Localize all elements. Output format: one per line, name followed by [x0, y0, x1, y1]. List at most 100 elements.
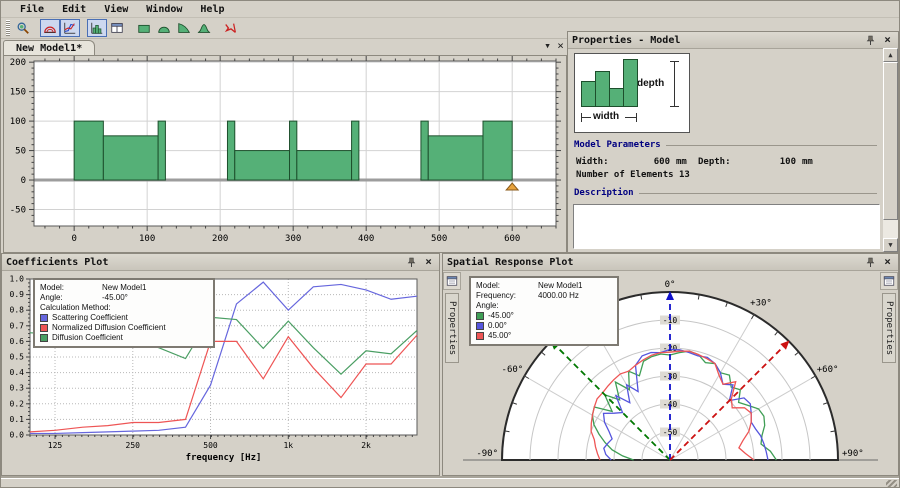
close-icon[interactable]: ×: [881, 34, 894, 46]
menu-item-file[interactable]: File: [11, 3, 53, 16]
toolbar-grip[interactable]: [6, 20, 10, 36]
thumbnail-bar: [581, 81, 596, 107]
svg-text:-60°: -60°: [502, 365, 524, 375]
coefficients-titlebar: Coefficients Plot ×: [2, 254, 439, 271]
zoom-tool-button[interactable]: [13, 19, 33, 37]
menu-item-edit[interactable]: Edit: [53, 3, 95, 16]
scattering-swatch: [40, 314, 48, 322]
scrollbar-thumb[interactable]: [883, 62, 898, 220]
svg-text:0.6: 0.6: [10, 337, 25, 346]
spatial-plot-toggle-button[interactable]: [40, 19, 60, 37]
legend-angle-value: -45.00°: [102, 293, 128, 303]
legend-model-value: New Model1: [102, 283, 146, 293]
pin-icon[interactable]: [864, 34, 877, 46]
thumbnail-bar: [609, 88, 624, 107]
collapsed-properties-tab[interactable]: Properties: [445, 293, 459, 363]
menu-item-help[interactable]: Help: [191, 3, 233, 16]
properties-title: Properties - Model: [572, 35, 680, 46]
model-editor-canvas[interactable]: -500501001502000100200300400500600: [3, 55, 567, 253]
svg-text:0.2: 0.2: [10, 399, 25, 408]
properties-panel: Properties - Model × depth width Model P…: [567, 31, 899, 253]
close-icon[interactable]: ×: [422, 256, 435, 268]
collapsed-properties-tab[interactable]: Properties: [882, 293, 896, 363]
width-param-value: 600: [628, 157, 676, 167]
model-thumbnail: depth width: [574, 53, 690, 133]
element-rectangle-button[interactable]: [134, 19, 154, 37]
tab-new-model1[interactable]: New Model1*: [3, 40, 95, 55]
depth-param-unit: mm: [802, 157, 824, 167]
legend-model-value: New Model1: [538, 281, 582, 291]
svg-text:0.5: 0.5: [10, 353, 25, 362]
angle-0-swatch: [476, 322, 484, 330]
description-section-header: Description: [574, 188, 877, 198]
svg-text:1k: 1k: [283, 441, 293, 450]
thumbnail-bar: [595, 71, 610, 107]
depth-param-label: Depth:: [698, 157, 750, 167]
delete-element-button[interactable]: [221, 19, 241, 37]
width-param-label: Width:: [576, 157, 628, 167]
depth-dimension-line: [674, 61, 675, 107]
properties-body: depth width Model Parameters Width: 600 …: [568, 48, 883, 252]
coefficients-plot-toggle-button[interactable]: [60, 19, 80, 37]
menu-item-window[interactable]: Window: [137, 3, 191, 16]
left-properties-strip: Properties: [443, 270, 461, 475]
properties-form-icon[interactable]: [880, 272, 898, 290]
element-bell-button[interactable]: [194, 19, 214, 37]
svg-text:200: 200: [212, 234, 228, 244]
properties-titlebar: Properties - Model ×: [568, 32, 898, 49]
scroll-up-icon[interactable]: ▲: [883, 48, 898, 62]
svg-text:0: 0: [21, 176, 26, 186]
svg-text:1.0: 1.0: [10, 275, 25, 284]
window-layout-button[interactable]: [107, 19, 127, 37]
svg-text:100: 100: [139, 234, 155, 244]
model-parameters-row: Width: 600 mm Depth: 100 mm: [576, 157, 875, 167]
svg-text:100: 100: [10, 117, 26, 127]
pin-icon[interactable]: [864, 256, 877, 268]
element-semicircle-button[interactable]: [154, 19, 174, 37]
normalized-diffusion-swatch: [40, 324, 48, 332]
legend-frequency-value: 4000.00 Hz: [538, 291, 579, 301]
svg-text:500: 500: [431, 234, 447, 244]
tab-list-dropdown-icon[interactable]: ▾: [541, 40, 554, 52]
close-document-icon[interactable]: ×: [554, 40, 567, 52]
properties-scrollbar[interactable]: ▲ ▼: [883, 48, 898, 252]
width-dimension-line: [581, 117, 591, 118]
svg-text:0.1: 0.1: [10, 415, 25, 424]
status-bar: [1, 478, 899, 488]
svg-text:400: 400: [358, 234, 374, 244]
application-window: FileEditViewWindowHelp New Model1* ▾ × -…: [0, 0, 900, 488]
depth-label: depth: [637, 78, 664, 89]
svg-text:+60°: +60°: [817, 365, 839, 375]
spatial-legend: Model:New Model1 Frequency:4000.00 Hz An…: [469, 276, 619, 346]
svg-text:0.0: 0.0: [10, 431, 25, 440]
svg-text:-90°: -90°: [476, 449, 498, 459]
description-input[interactable]: [573, 204, 880, 249]
angle-minus45-swatch: [476, 312, 484, 320]
spatial-response-panel: Spatial Response Plot × Properties -10-2…: [442, 253, 899, 476]
document-tab-bar: New Model1* ▾ ×: [3, 38, 567, 55]
properties-form-icon[interactable]: [443, 272, 461, 290]
svg-text:200: 200: [10, 58, 26, 68]
close-icon[interactable]: ×: [881, 256, 894, 268]
model-plot-toggle-button[interactable]: [87, 19, 107, 37]
thumbnail-bar: [623, 59, 638, 107]
element-triangle-button[interactable]: [174, 19, 194, 37]
model-profile-chart[interactable]: -500501001502000100200300400500600: [4, 56, 566, 252]
elements-count-value: 13: [679, 170, 690, 180]
svg-text:500: 500: [203, 441, 218, 450]
scroll-down-icon[interactable]: ▼: [883, 238, 898, 252]
svg-text:+90°: +90°: [842, 449, 864, 459]
window-resize-grip[interactable]: [886, 480, 897, 488]
svg-text:2k: 2k: [361, 441, 371, 450]
svg-text:-50: -50: [10, 206, 26, 216]
coefficients-legend: Model:New Model1 Angle:-45.00° Calculati…: [33, 278, 215, 348]
model-parameters-section-header: Model Parameters: [574, 140, 877, 150]
pin-icon[interactable]: [405, 256, 418, 268]
svg-text:0.4: 0.4: [10, 368, 25, 377]
svg-text:125: 125: [48, 441, 63, 450]
svg-text:frequency [Hz]: frequency [Hz]: [186, 453, 262, 463]
coefficients-title: Coefficients Plot: [6, 257, 108, 268]
svg-text:0.8: 0.8: [10, 306, 25, 315]
svg-text:600: 600: [504, 234, 520, 244]
menu-item-view[interactable]: View: [95, 3, 137, 16]
